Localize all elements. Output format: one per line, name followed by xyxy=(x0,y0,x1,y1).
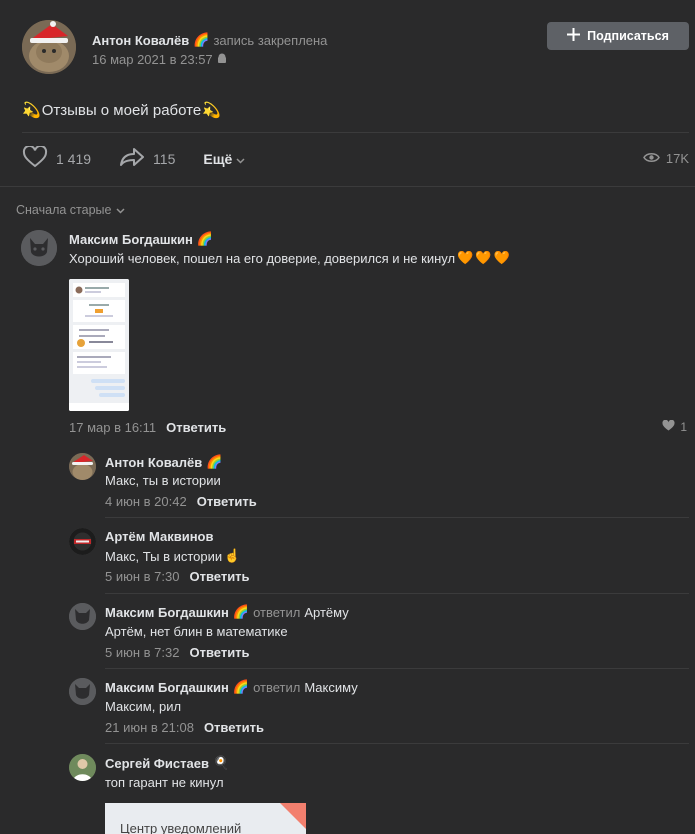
comment-like-button[interactable]: 1 xyxy=(662,419,687,434)
reply-button[interactable]: Ответить xyxy=(197,494,257,509)
plus-icon xyxy=(567,28,581,44)
avatar[interactable] xyxy=(69,678,96,705)
orange-heart-icon: 🧡 xyxy=(475,250,492,265)
divider xyxy=(105,593,689,594)
eye-icon xyxy=(642,151,660,166)
pinned-label: запись закреплена xyxy=(213,32,328,48)
post-text: Отзывы о моей работе xyxy=(41,101,202,119)
comment-date[interactable]: 17 мар в 16:11 xyxy=(69,420,156,435)
screenshot-attachment[interactable] xyxy=(69,279,129,411)
views-count: 17K xyxy=(665,151,689,166)
sort-label: Сначала старые xyxy=(16,203,112,217)
screenshot-attachment[interactable]: Центр уведомлений xyxy=(105,803,306,834)
more-label: Ещё xyxy=(203,150,233,167)
author-avatar[interactable] xyxy=(22,20,76,74)
comment-text: Макс, ты в истории xyxy=(105,473,221,488)
avatar[interactable] xyxy=(21,230,57,266)
chevron-down-icon xyxy=(116,203,125,217)
rainbow-icon: 🌈 xyxy=(196,231,214,246)
comment-date[interactable]: 5 июн в 7:32 xyxy=(105,645,179,660)
share-button[interactable]: 115 xyxy=(119,147,175,170)
comment-author[interactable]: Сергей Фистаев xyxy=(105,756,209,771)
like-count: 1 419 xyxy=(56,150,92,167)
replied-to-link[interactable]: Максиму xyxy=(304,680,357,695)
comment-text: топ гарант не кинул xyxy=(105,775,224,790)
like-count: 1 xyxy=(680,420,687,434)
comment-author[interactable]: Артём Маквинов xyxy=(105,529,213,544)
reply-button[interactable]: Ответить xyxy=(204,720,264,735)
chevron-down-icon xyxy=(236,151,245,167)
author-name[interactable]: Антон Ковалёв xyxy=(92,33,189,48)
orange-heart-icon: 🧡 xyxy=(493,250,510,265)
comment-text: Макс, Ты в истории xyxy=(105,548,223,564)
replied-to-link[interactable]: Артёму xyxy=(304,605,348,620)
comment-author[interactable]: Максим Богдашкин xyxy=(69,232,193,247)
comment-text: Хороший человек, пошел на его доверие, д… xyxy=(69,250,456,266)
sort-dropdown[interactable]: Сначала старые xyxy=(16,203,125,217)
divider xyxy=(22,132,689,133)
corner-decoration xyxy=(280,803,306,829)
subscribe-button[interactable]: Подписаться xyxy=(547,22,689,50)
reply-button[interactable]: Ответить xyxy=(189,645,249,660)
rainbow-icon: 🌈 xyxy=(206,454,223,469)
rainbow-icon: 🌈 xyxy=(232,679,250,694)
orange-heart-icon: 🧡 xyxy=(457,250,474,265)
heart-icon xyxy=(662,419,675,434)
rainbow-icon: 🌈 xyxy=(193,32,210,47)
comment-date[interactable]: 4 июн в 20:42 xyxy=(105,494,187,509)
pointing-up-icon: ☝️ xyxy=(224,548,241,563)
egg-icon: 🍳 xyxy=(212,755,230,770)
comment-author[interactable]: Антон Ковалёв xyxy=(105,455,202,470)
avatar[interactable] xyxy=(69,453,96,480)
avatar[interactable] xyxy=(69,528,96,555)
reply-button[interactable]: Ответить xyxy=(166,420,226,435)
subscribe-label: Подписаться xyxy=(587,29,669,43)
more-button[interactable]: Ещё xyxy=(203,151,245,167)
share-icon xyxy=(119,147,145,170)
comment-text: Артём, нет блин в математике xyxy=(105,624,288,639)
avatar[interactable] xyxy=(69,603,96,630)
heart-icon xyxy=(22,144,48,171)
comment-author[interactable]: Максим Богдашкин xyxy=(105,605,229,620)
comet-icon: 💫 xyxy=(22,102,41,119)
comment-date[interactable]: 5 июн в 7:30 xyxy=(105,569,179,584)
avatar[interactable] xyxy=(69,754,96,781)
divider xyxy=(105,743,689,744)
divider xyxy=(105,517,689,518)
comet-icon: 💫 xyxy=(202,102,221,119)
replied-label: ответил xyxy=(253,604,301,620)
views-counter: 17K xyxy=(642,151,689,166)
comment-date[interactable]: 21 июн в 21:08 xyxy=(105,720,194,735)
like-button[interactable]: 1 419 xyxy=(22,144,92,171)
reply-button[interactable]: Ответить xyxy=(189,569,249,584)
divider xyxy=(105,668,689,669)
replied-label: ответил xyxy=(253,679,301,695)
share-count: 115 xyxy=(153,150,176,167)
rainbow-icon: 🌈 xyxy=(232,604,250,619)
android-icon xyxy=(217,52,227,67)
comment-text: Максим, рил xyxy=(105,699,182,714)
post-date[interactable]: 16 мар 2021 в 23:57 xyxy=(92,52,213,67)
pinned-post: Антон Ковалёв 🌈 запись закреплена 16 мар… xyxy=(0,0,695,186)
attachment-caption: Центр уведомлений xyxy=(120,821,242,834)
comment-author[interactable]: Максим Богдашкин xyxy=(105,680,229,695)
